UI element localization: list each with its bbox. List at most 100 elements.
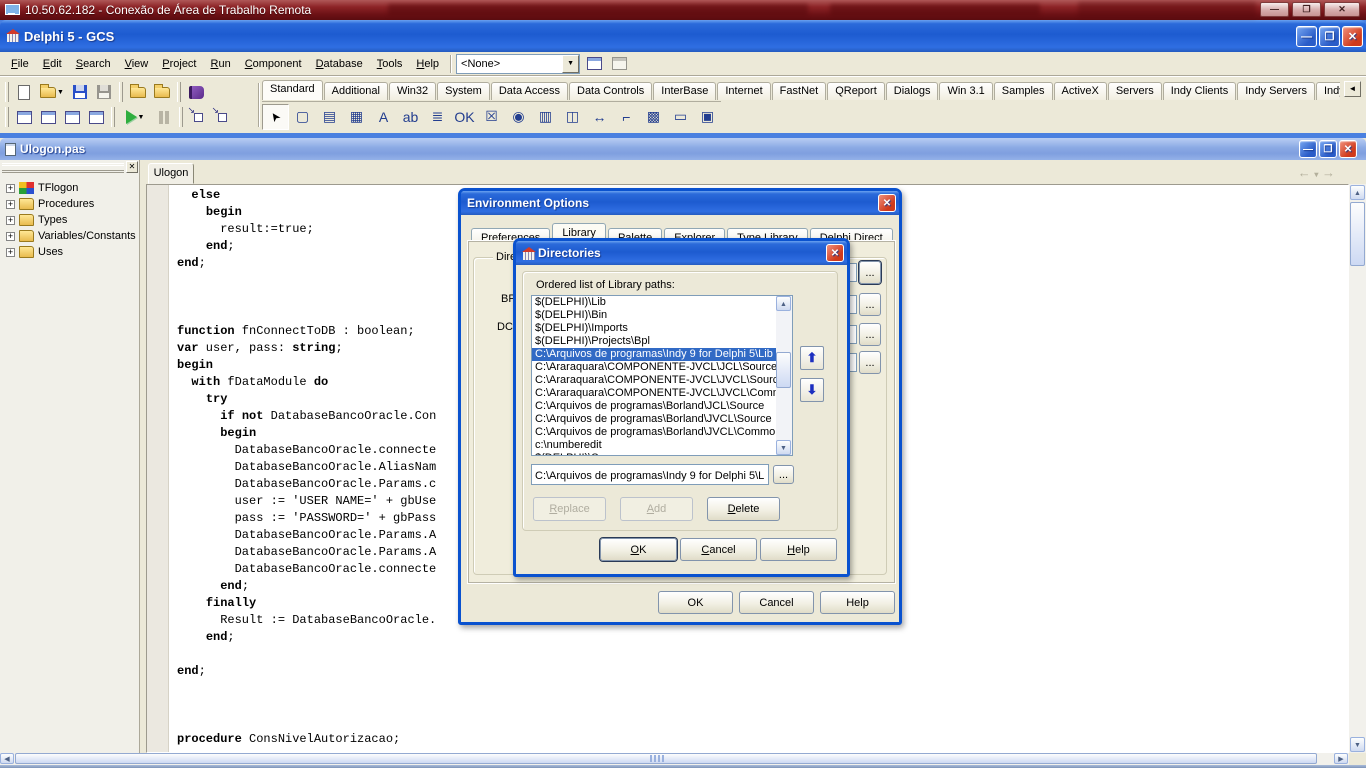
env-dialog-button[interactable]: Help (820, 591, 895, 614)
expand-icon[interactable]: + (6, 248, 15, 257)
vertical-scrollbar[interactable]: ▲ ▼ (1349, 184, 1366, 753)
path-list-item[interactable]: $(DELPHI)\Lib (532, 296, 776, 309)
horizontal-scrollbar[interactable]: ◀ ▶ (0, 753, 1349, 765)
nav-dropdown-icon[interactable]: ▾ (1314, 170, 1318, 179)
palette-tab[interactable]: Servers (1108, 82, 1162, 100)
palette-tab[interactable]: Data Controls (569, 82, 652, 100)
palette-tab[interactable]: Indy Servers (1237, 82, 1315, 100)
memo-icon[interactable]: ≣ (424, 104, 451, 130)
path-list-item[interactable]: $(DELPHI)\Source (532, 452, 776, 456)
view-form-button[interactable] (36, 106, 60, 128)
directories-close-button[interactable]: ✕ (826, 244, 844, 262)
palette-tab[interactable]: Internet (717, 82, 770, 100)
tree-item[interactable]: + Variables/Constants (0, 228, 140, 244)
menu-item[interactable]: Run (204, 54, 238, 74)
env-close-button[interactable]: ✕ (878, 194, 896, 212)
palette-tab[interactable]: FastNet (772, 82, 827, 100)
menu-item[interactable]: Database (309, 54, 370, 74)
palette-tab[interactable]: Win32 (389, 82, 436, 100)
panel-icon[interactable]: ▭ (667, 104, 694, 130)
path-input[interactable] (531, 464, 769, 485)
move-up-button[interactable]: ⬆ (800, 346, 824, 370)
menu-item[interactable]: Component (238, 54, 309, 74)
path-list-item[interactable]: C:\Arquivos de programas\Borland\JVCL\Co… (532, 426, 776, 439)
palette-tab[interactable]: Samples (994, 82, 1053, 100)
step-over-button[interactable] (210, 106, 234, 128)
editor-restore-button[interactable]: ❐ (1319, 140, 1337, 158)
env-dialog-button[interactable]: Cancel (739, 591, 814, 614)
path-browse-button[interactable]: ... (773, 465, 794, 484)
menu-item[interactable]: Edit (36, 54, 69, 74)
open-project-button[interactable] (126, 81, 150, 103)
palette-tab[interactable]: System (437, 82, 490, 100)
path-list-item[interactable]: $(DELPHI)\Projects\Bpl (532, 335, 776, 348)
minimize-button[interactable]: — (1296, 26, 1317, 47)
add-to-project-button[interactable] (150, 81, 174, 103)
path-list-item[interactable]: c:\numberedit (532, 439, 776, 452)
label-icon[interactable]: A (370, 104, 397, 130)
panel-close-icon[interactable]: ✕ (126, 161, 138, 173)
radiogroup-icon[interactable]: ▩ (640, 104, 667, 130)
palette-tab[interactable]: InterBase (653, 82, 716, 100)
trace-into-button[interactable] (186, 106, 210, 128)
dialog-button[interactable]: Help (760, 538, 837, 561)
library-path-browse-button[interactable]: ... (859, 261, 881, 284)
menu-item[interactable]: Project (155, 54, 203, 74)
tab-ulogon[interactable]: Ulogon (148, 163, 194, 184)
nav-back-icon[interactable]: ← (1298, 165, 1311, 180)
rdp-minimize-button[interactable]: — (1260, 2, 1289, 17)
path-list-item[interactable]: $(DELPHI)\Bin (532, 309, 776, 322)
cursor-icon[interactable]: ➤ (262, 104, 289, 130)
dcp-browse-button[interactable]: ... (859, 323, 881, 346)
help-button[interactable] (184, 81, 208, 103)
pause-button[interactable] (152, 106, 176, 128)
browsing-path-browse-button[interactable]: ... (859, 351, 881, 374)
expand-icon[interactable]: + (6, 232, 15, 241)
frames-icon[interactable]: ▢ (289, 104, 316, 130)
save-all-button[interactable] (92, 81, 116, 103)
menu-item[interactable]: File (4, 54, 36, 74)
expand-icon[interactable]: + (6, 216, 15, 225)
palette-tab[interactable]: Indy Intercepts (1316, 82, 1340, 100)
path-list-item[interactable]: C:\Arquivos de programas\Borland\JVCL\So… (532, 413, 776, 426)
path-list-item[interactable]: C:\Araraquara\COMPONENTE-JVCL\JCL\Source (532, 361, 776, 374)
view-unit-button[interactable] (12, 106, 36, 128)
dialog-button[interactable]: Cancel (680, 538, 757, 561)
new-file-button[interactable] (12, 81, 36, 103)
combobox-icon[interactable]: ◫ (559, 104, 586, 130)
palette-tab[interactable]: Dialogs (886, 82, 939, 100)
expand-icon[interactable]: + (6, 184, 15, 193)
tree-item[interactable]: + Types (0, 212, 140, 228)
move-down-button[interactable]: ⬇ (800, 378, 824, 402)
actionlist-icon[interactable]: ▣ (694, 104, 721, 130)
env-dialog-button[interactable]: OK (658, 591, 733, 614)
run-button[interactable]: ▼ (118, 106, 152, 128)
checkbox-icon[interactable]: ☒ (478, 104, 505, 130)
open-file-button[interactable]: ▼ (36, 81, 68, 103)
desktop-layout-combobox[interactable]: <None> ▼ (456, 54, 580, 74)
rdp-close-button[interactable]: ✕ (1324, 2, 1360, 17)
palette-tab[interactable]: QReport (827, 82, 885, 100)
save-file-button[interactable] (68, 81, 92, 103)
button-icon[interactable]: OK (451, 104, 478, 130)
list-action-button[interactable]: Replace (533, 497, 606, 521)
menu-item[interactable]: View (118, 54, 156, 74)
path-list-item[interactable]: $(DELPHI)\Imports (532, 322, 776, 335)
new-form-button[interactable] (84, 106, 108, 128)
nav-forward-icon[interactable]: → (1322, 165, 1335, 180)
maximize-button[interactable]: ❐ (1319, 26, 1340, 47)
toggle-form-unit-button[interactable] (60, 106, 84, 128)
palette-tab[interactable]: ActiveX (1054, 82, 1107, 100)
library-paths-listbox[interactable]: $(DELPHI)\Lib$(DELPHI)\Bin$(DELPHI)\Impo… (531, 295, 793, 456)
palette-tab[interactable]: Win 3.1 (939, 82, 992, 100)
groupbox-icon[interactable]: ⌐ (613, 104, 640, 130)
tree-item[interactable]: + Uses (0, 244, 140, 260)
palette-tab[interactable]: Additional (324, 82, 388, 100)
radiobutton-icon[interactable]: ◉ (505, 104, 532, 130)
rdp-restore-button[interactable]: ❐ (1292, 2, 1321, 17)
save-desktop-button[interactable] (583, 54, 605, 74)
list-action-button[interactable]: Delete (707, 497, 780, 521)
close-button[interactable]: ✕ (1342, 26, 1363, 47)
palette-tab[interactable]: Indy Clients (1163, 82, 1236, 100)
path-list-item[interactable]: C:\Araraquara\COMPONENTE-JVCL\JVCL\Sourc… (532, 374, 776, 387)
